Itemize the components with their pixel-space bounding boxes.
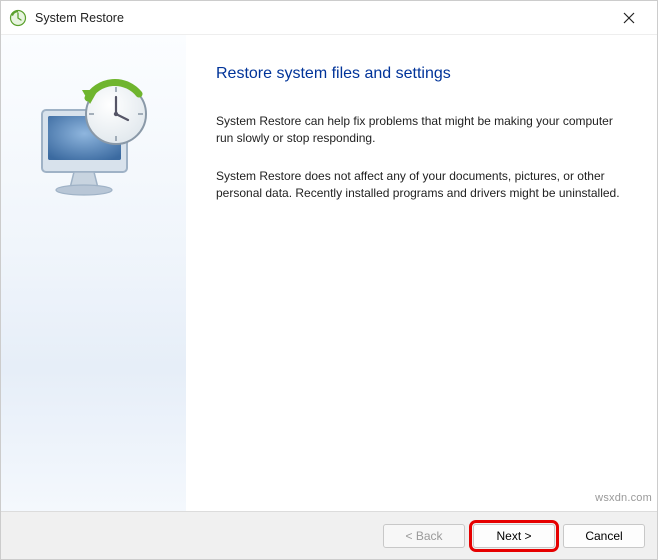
restore-illustration <box>24 70 164 210</box>
dialog-body: Restore system files and settings System… <box>1 35 657 511</box>
watermark-text: wsxdn.com <box>595 492 652 504</box>
system-restore-icon <box>9 9 27 27</box>
intro-paragraph-1: System Restore can help fix problems tha… <box>216 113 627 148</box>
button-bar: < Back Next > Cancel <box>1 511 657 559</box>
content-panel: Restore system files and settings System… <box>186 35 657 511</box>
close-button[interactable] <box>609 3 649 33</box>
sidebar-panel <box>1 35 186 511</box>
intro-paragraph-2: System Restore does not affect any of yo… <box>216 168 627 203</box>
window-title: System Restore <box>35 11 609 25</box>
system-restore-window: System Restore <box>0 0 658 560</box>
back-button: < Back <box>383 524 465 548</box>
titlebar: System Restore <box>1 1 657 35</box>
page-heading: Restore system files and settings <box>216 65 627 83</box>
cancel-button[interactable]: Cancel <box>563 524 645 548</box>
next-button[interactable]: Next > <box>473 524 555 548</box>
